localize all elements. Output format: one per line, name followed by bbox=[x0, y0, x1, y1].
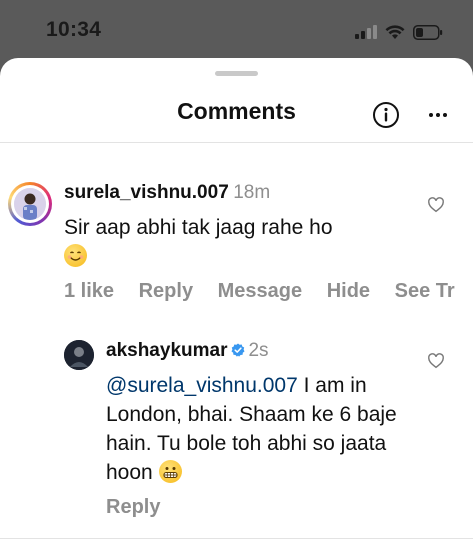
likes-count[interactable]: 1 like bbox=[64, 280, 114, 302]
more-options-icon[interactable] bbox=[424, 101, 452, 129]
status-time: 10:34 bbox=[46, 18, 102, 41]
comment-text: Sir aap abhi tak jaag rahe ho bbox=[64, 213, 404, 271]
comment-username[interactable]: surela_vishnu.007 bbox=[64, 182, 229, 203]
sheet-grabber-handle[interactable] bbox=[215, 71, 258, 76]
comment-body-text: Sir aap abhi tak jaag rahe ho bbox=[64, 216, 333, 239]
avatar[interactable] bbox=[64, 340, 94, 370]
cellular-signal-icon bbox=[355, 25, 377, 39]
message-button[interactable]: Message bbox=[218, 280, 303, 302]
info-icon[interactable] bbox=[372, 101, 400, 129]
clipped-previous-content: · · · · · · · · · · · · bbox=[0, 135, 473, 142]
header-divider bbox=[0, 142, 473, 143]
comment-actions: Reply bbox=[106, 496, 160, 519]
page-title: Comments bbox=[177, 98, 296, 124]
battery-icon bbox=[413, 24, 443, 40]
avatar[interactable] bbox=[8, 182, 52, 226]
comment-username[interactable]: akshaykumar bbox=[106, 340, 227, 361]
comment-time: 2s bbox=[248, 340, 269, 361]
status-bar: 10:34 bbox=[0, 0, 473, 60]
bottom-divider bbox=[0, 538, 473, 539]
comment-header: surela_vishnu.007 18m bbox=[64, 182, 270, 204]
comments-sheet: Comments · · · · · · · · · · · · surela_… bbox=[0, 58, 473, 544]
comment-text: @surela_vishnu.007 I am in London, bhai.… bbox=[106, 371, 406, 487]
verified-badge-icon bbox=[231, 343, 245, 357]
comment-actions: 1 like Reply Message Hide See Tr bbox=[64, 280, 473, 303]
wifi-icon bbox=[385, 24, 405, 39]
reply-button[interactable]: Reply bbox=[139, 280, 193, 302]
see-translation-button[interactable]: See Tr bbox=[395, 280, 455, 302]
heart-icon[interactable] bbox=[427, 196, 445, 214]
hide-button[interactable]: Hide bbox=[327, 280, 370, 302]
comment-time: 18m bbox=[233, 182, 271, 203]
comment-header: akshaykumar 2s bbox=[106, 340, 269, 362]
mention-link[interactable]: @surela_vishnu.007 bbox=[106, 374, 298, 397]
grimacing-face-emoji bbox=[158, 460, 182, 483]
status-icons bbox=[355, 22, 443, 42]
reply-button[interactable]: Reply bbox=[106, 496, 160, 518]
smiling-face-emoji bbox=[64, 244, 87, 267]
heart-icon[interactable] bbox=[427, 352, 445, 370]
